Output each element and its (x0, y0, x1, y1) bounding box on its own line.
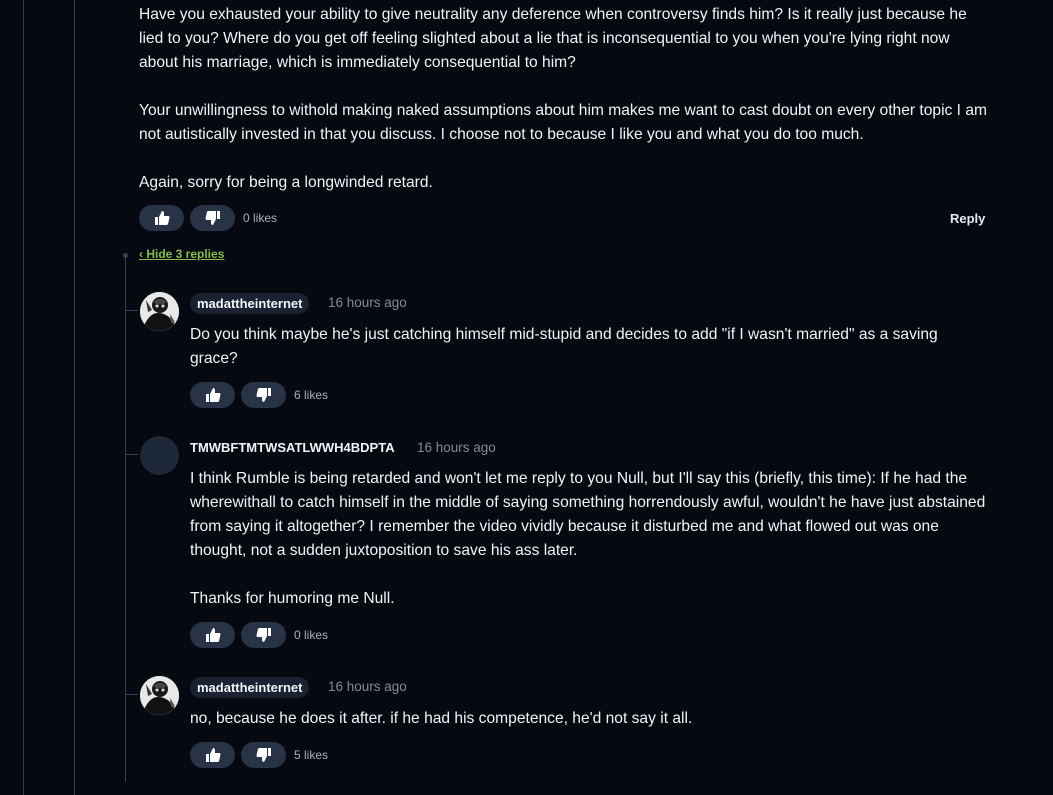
thumbs-down-icon (255, 388, 271, 402)
thread-branch-line (126, 454, 138, 455)
likes-count: 0 likes (294, 628, 329, 642)
thumbs-up-icon (154, 211, 170, 225)
comment-username[interactable]: madattheinternet (190, 677, 310, 698)
upvote-button[interactable] (190, 382, 235, 408)
vote-bar: 0 likes (139, 205, 277, 231)
comment-timestamp: 16 hours ago (328, 679, 407, 694)
comment-paragraph: I think Rumble is being retarded and won… (190, 470, 986, 559)
downvote-button[interactable] (241, 622, 286, 648)
thumbs-up-icon (205, 388, 221, 402)
likes-count: 0 likes (243, 211, 278, 225)
comment-timestamp: 16 hours ago (328, 295, 407, 310)
avatar-image (140, 676, 179, 715)
downvote-button[interactable] (190, 205, 235, 231)
likes-count: 5 likes (294, 748, 329, 762)
thumbs-down-icon (255, 748, 271, 762)
avatar-image (140, 292, 179, 331)
vote-bar: 6 likes (190, 382, 328, 408)
comment-paragraph: Have you exhausted your ability to give … (139, 6, 967, 71)
thread-branch-line (126, 694, 138, 695)
thread-node-dot (123, 253, 128, 258)
reply-button[interactable]: Reply (950, 211, 985, 226)
likes-count: 6 likes (294, 388, 329, 402)
comment-paragraph: Do you think maybe he's just catching hi… (190, 326, 938, 367)
comment-paragraph: Your unwillingness to withold making nak… (139, 102, 988, 143)
comment-timestamp: 16 hours ago (417, 440, 496, 455)
avatar[interactable] (140, 292, 179, 331)
vote-bar: 5 likes (190, 742, 328, 768)
thumbs-down-icon (204, 211, 220, 225)
thumbs-down-icon (255, 628, 271, 642)
thread-branch-line (126, 310, 138, 311)
comment-paragraph: no, because he does it after. if he had … (190, 710, 693, 727)
comment-paragraph: Again, sorry for being a longwinded reta… (139, 174, 433, 191)
comment-thread: Have you exhausted your ability to give … (0, 0, 1053, 795)
hide-replies-link[interactable]: ‹ Hide 3 replies (139, 247, 224, 261)
comment-body: I think Rumble is being retarded and won… (190, 467, 990, 611)
comment-username[interactable]: TMWBFTMTWSATLWWH4BDPTA (190, 440, 395, 455)
downvote-button[interactable] (241, 382, 286, 408)
downvote-button[interactable] (241, 742, 286, 768)
comment-paragraph: Thanks for humoring me Null. (190, 590, 395, 607)
thread-line-outer (23, 0, 24, 795)
upvote-button[interactable] (190, 622, 235, 648)
comment-body: no, because he does it after. if he had … (190, 707, 990, 731)
comment-body: Do you think maybe he's just catching hi… (190, 323, 980, 371)
avatar[interactable] (140, 676, 179, 715)
thumbs-up-icon (205, 628, 221, 642)
thumbs-up-icon (205, 748, 221, 762)
vote-bar: 0 likes (190, 622, 328, 648)
upvote-button[interactable] (190, 742, 235, 768)
comment-username[interactable]: madattheinternet (190, 293, 310, 314)
avatar[interactable] (140, 436, 179, 475)
thread-line-parent (74, 0, 75, 795)
upvote-button[interactable] (139, 205, 184, 231)
thread-line-replies (125, 255, 126, 782)
comment-body: Have you exhausted your ability to give … (139, 3, 989, 195)
